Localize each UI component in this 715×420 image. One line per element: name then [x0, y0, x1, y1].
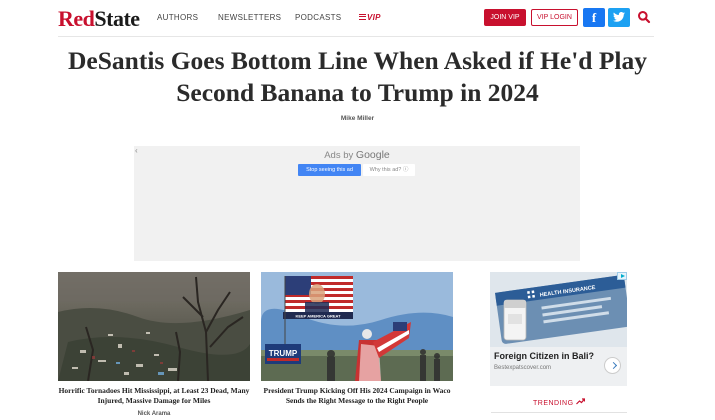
google-ad-slot: ‹ Ads by Google Stop seeing this ad Why … — [134, 146, 580, 261]
tornado-article-image[interactable] — [58, 272, 250, 381]
ads-by-google-label: Ads by Google — [134, 149, 580, 161]
sidebar-ad[interactable]: HEALTH INSURANCE Foreign Citizen in Bali… — [490, 272, 627, 386]
stop-seeing-ad-button[interactable]: Stop seeing this ad — [298, 164, 361, 176]
trump-article-title[interactable]: President Trump Kicking Off His 2024 Cam… — [261, 386, 453, 406]
chevron-right-icon[interactable] — [604, 357, 621, 374]
trump-article-image[interactable]: KEEP AMERICA GREAT TRUMP — [261, 272, 453, 381]
search-icon[interactable] — [637, 10, 651, 24]
trump-sign-graphic: TRUMP — [265, 344, 301, 364]
site-logo[interactable]: RedState — [58, 6, 140, 32]
vip-login-button[interactable]: VIP LOGIN — [531, 9, 578, 26]
facebook-icon[interactable]: f — [583, 8, 605, 27]
header-divider — [58, 36, 654, 37]
logo-red-part: Red — [58, 6, 95, 31]
trending-header[interactable]: TRENDING — [491, 398, 627, 407]
trump-sign-text: TRUMP — [269, 349, 298, 358]
insurance-card-image: HEALTH INSURANCE — [490, 272, 627, 347]
banner-text: KEEP AMERICA GREAT — [295, 314, 341, 319]
site-header: RedState AUTHORS NEWSLETTERS PODCASTS VI… — [0, 0, 715, 36]
join-vip-button[interactable]: JOIN VIP — [484, 9, 526, 26]
google-brand: Google — [355, 149, 390, 161]
side-ad-title: Foreign Citizen in Bali? — [494, 351, 595, 361]
search-glyph — [638, 11, 651, 24]
nav-newsletters[interactable]: NEWSLETTERS — [218, 13, 281, 22]
info-icon: ⓘ — [402, 167, 409, 173]
flag-stripes-icon — [359, 14, 366, 20]
why-this-ad-label: Why this ad? — [369, 167, 402, 173]
logo-dark-part: State — [94, 6, 140, 31]
tornado-article-title[interactable]: Horrific Tornadoes Hit Mississippi, at L… — [58, 386, 250, 406]
page: RedState AUTHORS NEWSLETTERS PODCASTS VI… — [0, 0, 715, 420]
trump-rally-photo: KEEP AMERICA GREAT TRUMP — [261, 272, 453, 381]
us-flag-graphic — [285, 276, 353, 314]
tornado-debris-photo — [58, 272, 250, 381]
nav-vip[interactable]: VIP — [359, 13, 381, 22]
tornado-article-author[interactable]: Nick Arama — [58, 411, 250, 417]
article-author[interactable]: Mike Miller — [0, 115, 715, 122]
trending-label: TRENDING — [532, 400, 574, 407]
nav-authors[interactable]: AUTHORS — [157, 13, 198, 22]
ads-by-prefix: Ads by — [324, 150, 356, 161]
twitter-bird-glyph — [613, 12, 625, 22]
nav-podcasts[interactable]: PODCASTS — [295, 13, 341, 22]
adchoices-icon[interactable] — [617, 272, 627, 280]
twitter-icon[interactable] — [608, 8, 630, 27]
trending-divider — [491, 412, 627, 413]
why-this-ad-button[interactable]: Why this ad? ⓘ — [363, 164, 415, 176]
side-ad-source: Bestexpatscover.com — [494, 365, 552, 371]
article-title: DeSantis Goes Bottom Line When Asked if … — [68, 46, 647, 107]
nav-vip-label: VIP — [367, 13, 381, 22]
trending-up-icon — [576, 398, 586, 405]
